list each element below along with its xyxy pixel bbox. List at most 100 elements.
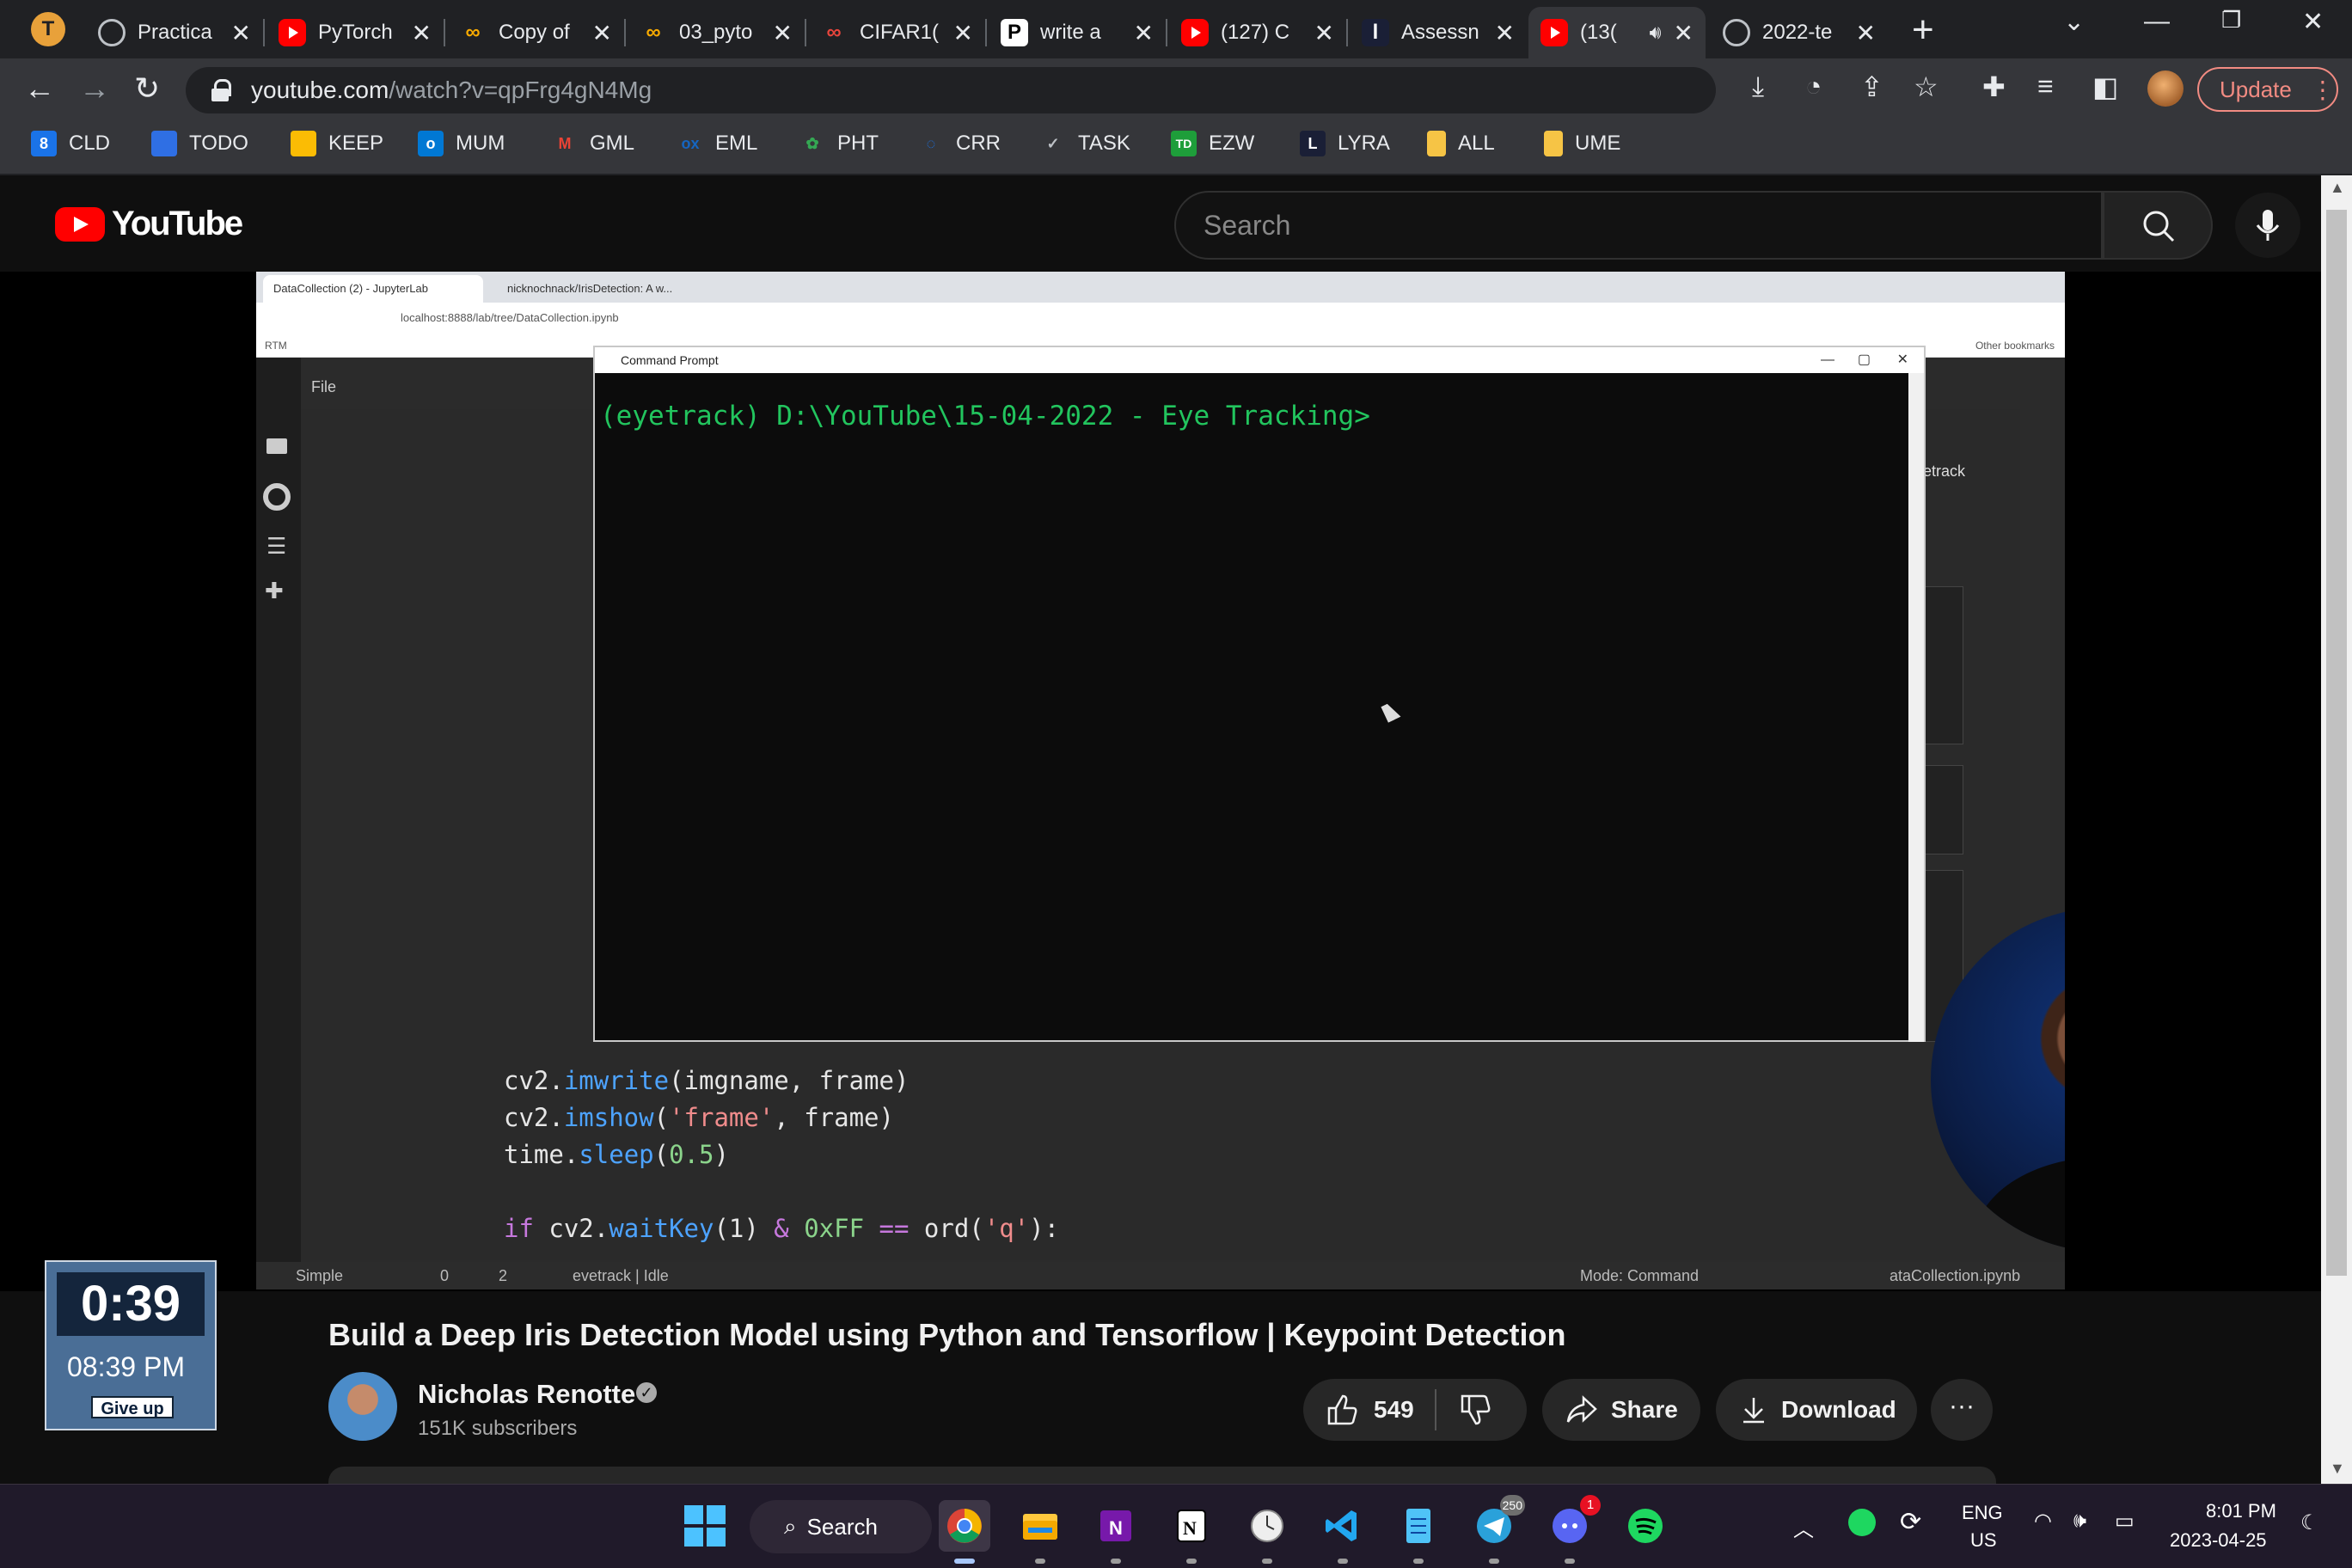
language-code[interactable]: ENG (1962, 1502, 2003, 1524)
profile-avatar[interactable] (2147, 70, 2184, 107)
tab-pytorch[interactable]: PyTorch ✕ (266, 7, 444, 58)
bookmark-star-icon[interactable]: ☆ (1914, 70, 1939, 103)
taskbar-notepad[interactable] (1393, 1500, 1444, 1564)
video-player[interactable]: DataCollection (2) - JupyterLab nicknoch… (0, 272, 2321, 1291)
bookmark-eml[interactable]: ox EML (677, 131, 757, 156)
taskbar-vscode[interactable] (1317, 1500, 1369, 1564)
bookmark-label: LYRA (1338, 132, 1390, 155)
taskbar-date[interactable]: 2023-04-25 (2170, 1529, 2267, 1552)
taskbar-onenote[interactable]: N (1090, 1500, 1142, 1564)
tab-youtube-127[interactable]: (127) C ✕ (1169, 7, 1346, 58)
like-count[interactable]: 549 (1374, 1396, 1414, 1424)
description-box[interactable] (328, 1467, 1996, 1484)
forward-icon[interactable]: → (79, 70, 110, 107)
taskbar-notion[interactable]: N (1166, 1500, 1217, 1564)
thumbs-up-icon[interactable] (1324, 1391, 1362, 1429)
focus-moon-icon[interactable]: ☾ (2300, 1510, 2319, 1535)
more-actions-button[interactable]: ··· (1931, 1379, 1993, 1441)
back-icon[interactable]: ← (24, 70, 55, 107)
tab-cifar[interactable]: ∞ CIFAR1( ✕ (808, 7, 985, 58)
bookmark-all[interactable]: ALL (1427, 131, 1495, 156)
download-button[interactable]: Download (1716, 1379, 1917, 1441)
taskbar-time[interactable]: 8:01 PM (2206, 1500, 2276, 1522)
close-icon[interactable]: ✕ (231, 19, 251, 47)
close-icon[interactable]: ✕ (1495, 19, 1515, 47)
reload-icon[interactable]: ↻ (134, 70, 160, 107)
bookmark-pht[interactable]: ✿ PHT (799, 131, 879, 156)
tab-youtube-active[interactable]: (13( 🔊︎ ✕ (1528, 7, 1706, 58)
close-icon[interactable]: ✕ (592, 19, 612, 47)
extensions-icon[interactable]: ✚ (1982, 70, 2006, 103)
tab-2022-te[interactable]: 2022-te ✕ (1711, 7, 1888, 58)
profile-menu-button[interactable]: T (31, 12, 65, 46)
bookmark-gml[interactable]: M GML (552, 131, 635, 156)
bookmark-task[interactable]: ✓ TASK (1040, 131, 1130, 156)
battery-icon[interactable]: ▭ (2115, 1509, 2135, 1534)
speaker-icon[interactable]: 🔊︎ (1650, 21, 1662, 44)
taskbar-telegram[interactable]: 250 (1468, 1495, 1525, 1564)
thumbs-down-icon[interactable] (1457, 1391, 1495, 1429)
scroll-up-icon[interactable]: ▲ (2330, 179, 2345, 197)
chevron-up-icon[interactable]: ︿ (1793, 1512, 1814, 1542)
close-icon[interactable]: ✕ (1674, 19, 1694, 47)
voice-search-button[interactable] (2235, 193, 2300, 258)
install-icon[interactable]: ⤓ (1752, 70, 1764, 103)
close-icon[interactable]: ✕ (1856, 19, 1876, 47)
search-icon (2143, 211, 2175, 242)
taskbar-discord[interactable]: 1 (1544, 1495, 1601, 1564)
scroll-down-icon[interactable]: ▼ (2330, 1460, 2345, 1478)
close-icon[interactable]: ✕ (953, 19, 973, 47)
bookmark-mum[interactable]: o MUM (418, 131, 505, 156)
bookmark-ezw[interactable]: TD EZW (1171, 131, 1254, 156)
taskbar-file-explorer[interactable] (1014, 1500, 1066, 1564)
tab-search-icon[interactable]: ⌄ (2063, 7, 2085, 37)
taskbar-search[interactable]: ⌕ Search (750, 1500, 932, 1553)
bookmark-todo[interactable]: TODO (151, 131, 248, 156)
youtube-logo[interactable]: YouTube (55, 205, 243, 243)
lock-icon[interactable] (211, 79, 231, 101)
close-icon[interactable]: ✕ (412, 19, 432, 47)
close-icon[interactable]: ✕ (773, 19, 793, 47)
restore-icon[interactable]: ❐ (2221, 7, 2241, 34)
bookmark-crr[interactable]: ◌ CRR (918, 131, 1001, 156)
tab-assessment[interactable]: l Assessn ✕ (1350, 7, 1527, 58)
wifi-icon[interactable]: ◠ (2034, 1509, 2052, 1534)
close-icon[interactable]: ✕ (1314, 19, 1334, 47)
scrollbar-thumb[interactable] (2326, 210, 2347, 1276)
sync-icon[interactable]: ⟳ (1900, 1507, 1921, 1537)
give-up-button[interactable]: Give up (91, 1396, 174, 1418)
tab-03-pytorch[interactable]: ∞ 03_pyto ✕ (628, 7, 805, 58)
channel-avatar[interactable] (328, 1372, 397, 1441)
bookmark-lyra[interactable]: L LYRA (1300, 131, 1390, 156)
taskbar-clock-app[interactable] (1241, 1500, 1293, 1564)
bookmark-cld[interactable]: 8 CLD (31, 131, 110, 156)
performance-icon[interactable]: ◔ (1805, 70, 1822, 102)
svg-text:N: N (1109, 1517, 1123, 1539)
start-button[interactable] (679, 1500, 731, 1552)
volume-icon[interactable]: 🕪︎ (2073, 1509, 2086, 1533)
language-region[interactable]: US (1970, 1529, 1997, 1552)
share-button[interactable]: Share (1542, 1379, 1700, 1441)
close-icon[interactable]: ✕ (1134, 19, 1154, 47)
update-button[interactable]: Update ⋮ (2197, 67, 2338, 112)
address-bar[interactable]: youtube.com/watch?v=qpFrg4gN4Mg (186, 67, 1716, 113)
page-scrollbar[interactable]: ▲ ▼ (2321, 175, 2352, 1484)
side-panel-icon[interactable]: ◧ (2092, 70, 2118, 103)
tab-copy-of[interactable]: ∞ Copy of ✕ (447, 7, 624, 58)
taskbar-spotify[interactable] (1620, 1500, 1671, 1552)
share-page-icon[interactable]: ⇪ (1860, 70, 1883, 103)
bookmark-ume[interactable]: UME (1544, 131, 1620, 156)
search-button[interactable] (2103, 191, 2213, 260)
minimize-icon[interactable]: — (2144, 7, 2170, 36)
spotify-tray-icon[interactable] (1848, 1509, 1876, 1536)
search-input[interactable]: Search (1174, 191, 2103, 260)
bookmark-keep[interactable]: KEEP (291, 131, 383, 156)
channel-name[interactable]: Nicholas Renotte (418, 1379, 635, 1410)
window-close-icon[interactable]: ✕ (2302, 7, 2324, 37)
taskbar-chrome[interactable] (939, 1500, 990, 1564)
new-tab-button[interactable]: + (1912, 9, 1934, 52)
tab-write-a[interactable]: P write a ✕ (989, 7, 1166, 58)
youtube-icon (279, 19, 306, 46)
tab-practica[interactable]: Practica ✕ (86, 7, 263, 58)
reading-list-icon[interactable]: ≡ (2037, 70, 2054, 102)
